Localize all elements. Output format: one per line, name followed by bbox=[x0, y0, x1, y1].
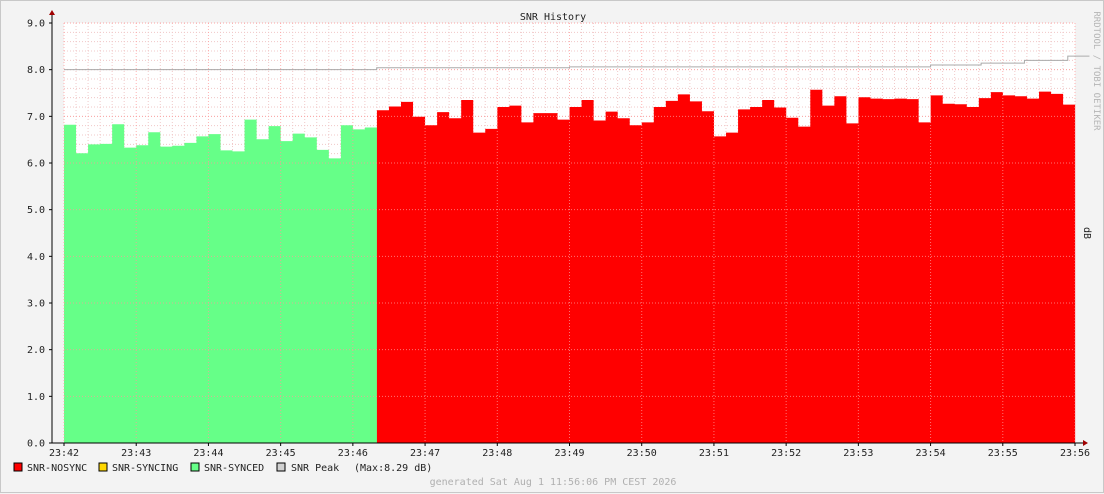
legend-swatch-syncing bbox=[98, 462, 108, 472]
y-tick-label: 3.0 bbox=[27, 299, 45, 310]
y-axis-label: dB bbox=[1081, 227, 1092, 239]
x-tick-labels: 23:42 23:43 23:44 23:45 23:46 23:47 23:48 23:49… bbox=[49, 443, 1090, 459]
x-tick-label: 23:54 bbox=[916, 448, 946, 459]
y-tick-label: 6.0 bbox=[27, 159, 45, 170]
legend-item-peak: SNR Peak (Max:8.29 dB) bbox=[276, 462, 432, 474]
legend-swatch-nosync bbox=[13, 462, 23, 472]
series-snr-nosync-area bbox=[376, 89, 1076, 443]
y-tick-label: 9.0 bbox=[27, 19, 45, 30]
x-tick-label: 23:46 bbox=[338, 448, 368, 459]
generated-footer: generated Sat Aug 1 11:56:06 PM CEST 202… bbox=[430, 477, 677, 488]
legend-item-syncing: SNR-SYNCING bbox=[98, 462, 178, 474]
x-axis-arrow bbox=[1083, 440, 1088, 446]
y-tick-label: 0.0 bbox=[27, 439, 45, 450]
x-tick-label: 23:50 bbox=[627, 448, 657, 459]
legend-swatch-synced bbox=[190, 462, 200, 472]
y-tick-label: 2.0 bbox=[27, 345, 45, 356]
legend-label-peak: SNR Peak bbox=[291, 463, 339, 474]
legend-item-nosync: SNR-NOSYNC bbox=[13, 462, 87, 474]
legend-label-syncing: SNR-SYNCING bbox=[112, 463, 178, 474]
legend-label-synced: SNR-SYNCED bbox=[204, 463, 264, 474]
y-tick-labels: 0.0 1.0 2.0 3.0 4.0 5.0 6.0 7.0 8.0 9.0 bbox=[27, 19, 52, 450]
legend-peak-note: (Max:8.29 dB) bbox=[354, 463, 432, 474]
x-tick-label: 23:44 bbox=[193, 448, 223, 459]
series-snr-synced-area bbox=[64, 119, 377, 443]
x-tick-label: 23:56 bbox=[1060, 448, 1090, 459]
y-tick-label: 7.0 bbox=[27, 112, 45, 123]
y-tick-label: 5.0 bbox=[27, 205, 45, 216]
x-tick-label: 23:47 bbox=[410, 448, 440, 459]
x-tick-label: 23:52 bbox=[771, 448, 801, 459]
x-tick-label: 23:42 bbox=[49, 448, 79, 459]
legend-item-synced: SNR-SYNCED bbox=[190, 462, 264, 474]
x-tick-label: 23:55 bbox=[988, 448, 1018, 459]
x-tick-label: 23:51 bbox=[699, 448, 729, 459]
watermark: RRDTOOL / TOBI OETIKER bbox=[1091, 11, 1101, 131]
legend: SNR-NOSYNC SNR-SYNCING SNR-SYNCED SNR Pe… bbox=[13, 462, 432, 474]
legend-label-nosync: SNR-NOSYNC bbox=[27, 463, 87, 474]
chart-title: SNR History bbox=[520, 12, 586, 23]
chart-frame: 0.0 1.0 2.0 3.0 4.0 5.0 6.0 7.0 8.0 9.0 23:42 23:4… bbox=[0, 0, 1104, 493]
legend-swatch-peak bbox=[276, 462, 286, 472]
x-tick-label: 23:45 bbox=[266, 448, 296, 459]
snr-history-chart: 0.01.02.03.04.05.06.07.08.09.0 23:42 23:4… bbox=[13, 10, 1101, 488]
y-tick-label: 1.0 bbox=[27, 392, 45, 403]
x-tick-label: 23:53 bbox=[843, 448, 873, 459]
y-tick-label: 8.0 bbox=[27, 65, 45, 76]
x-tick-label: 23:49 bbox=[554, 448, 584, 459]
y-axis-arrow bbox=[49, 10, 55, 15]
x-tick-label: 23:48 bbox=[482, 448, 512, 459]
x-tick-label: 23:43 bbox=[121, 448, 151, 459]
y-tick-label: 4.0 bbox=[27, 252, 45, 263]
